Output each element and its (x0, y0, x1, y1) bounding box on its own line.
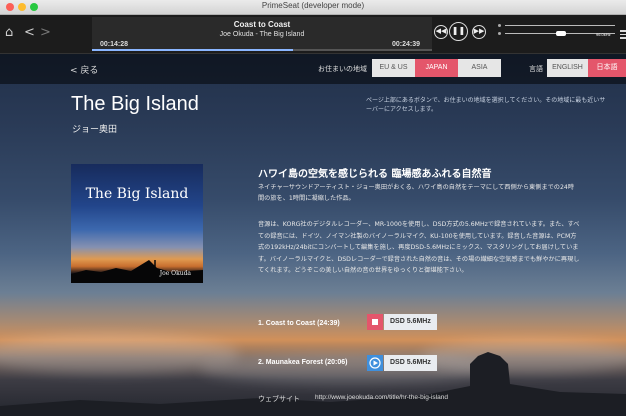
progress-fill (92, 49, 293, 51)
track-1-title: 1. Coast to Coast (24:39) (258, 320, 340, 327)
back-link[interactable]: < 戻る (70, 63, 98, 76)
window-title: PrimeSeat (developer mode) (261, 1, 365, 10)
region-label: お住まいの地域 (318, 65, 367, 73)
now-playing-artist: Joe Okuda - The Big Island (219, 31, 305, 38)
menu-icon[interactable] (620, 30, 626, 39)
next-track-icon[interactable]: ▶▶ (472, 25, 486, 39)
level-meter (505, 25, 615, 26)
album-title: The Big Island (71, 93, 199, 115)
album-headline: ハワイ島の空気を感じられる 臨場感あふれる自然音 (258, 169, 492, 180)
now-playing-display: Coast to Coast Joe Okuda - The Big Islan… (92, 17, 432, 51)
track-1-format-badge: DSD 5.6MHz (384, 314, 437, 330)
previous-track-icon[interactable]: ◀◀ (434, 25, 448, 39)
cover-artist: Joe Okuda (159, 270, 191, 277)
region-japan[interactable]: JAPAN (415, 59, 458, 77)
level-icon (498, 32, 501, 35)
website-label: ウェブサイト (258, 395, 300, 403)
album-description: 音源は、KORG社のデジタルレコーダー、MR-1000を使用し、DSD方式の5.… (258, 221, 580, 274)
home-icon[interactable]: ⌂ (5, 25, 13, 40)
region-notice: ページ上部にあるボタンで、お住まいの地域を選択してください。その地域に最も近いサ… (366, 97, 606, 113)
speaker-icon (498, 24, 501, 27)
website-link[interactable]: http://www.joeokuda.com/title/hr-the-big… (315, 394, 448, 401)
pause-button[interactable]: ❚❚ (449, 22, 468, 41)
album-lead: ネイチャーサウンドアーティスト・ジョー奥田がおくる、ハワイ島の自然をテーマにして… (258, 184, 575, 202)
region-asia[interactable]: ASIA (458, 59, 501, 77)
volume-knob[interactable] (555, 31, 566, 36)
stop-icon[interactable] (367, 314, 383, 330)
album-cover: The Big Island Joe Okuda (71, 164, 203, 283)
album-page: < 戻る お住まいの地域 EU & US JAPAN ASIA 言語 ENGLI… (0, 54, 626, 416)
album-artist: ジョー奥田 (72, 125, 118, 135)
total-time: 00:24:39 (391, 41, 420, 48)
language-japanese[interactable]: 日本語 (588, 59, 626, 77)
cover-silhouette (71, 260, 203, 283)
region-language-bar: < 戻る お住まいの地域 EU & US JAPAN ASIA 言語 ENGLI… (0, 54, 626, 84)
sample-rate: 96.0kHz (596, 32, 611, 37)
back-arrow-icon[interactable]: < (24, 25, 35, 40)
horizon-silhouette (0, 352, 626, 416)
region-eu-us[interactable]: EU & US (372, 59, 415, 77)
now-playing-title: Coast to Coast (233, 20, 291, 29)
forward-arrow-icon[interactable]: > (40, 25, 51, 40)
language-label: 言語 (529, 65, 543, 73)
progress-bar[interactable] (92, 49, 432, 51)
language-english[interactable]: ENGLISH (547, 59, 588, 77)
window-titlebar: PrimeSeat (developer mode) (0, 0, 626, 15)
elapsed-time: 00:14:28 (100, 41, 129, 48)
player-toolbar: ⌂ < > Coast to Coast Joe Okuda - The Big… (0, 15, 626, 54)
